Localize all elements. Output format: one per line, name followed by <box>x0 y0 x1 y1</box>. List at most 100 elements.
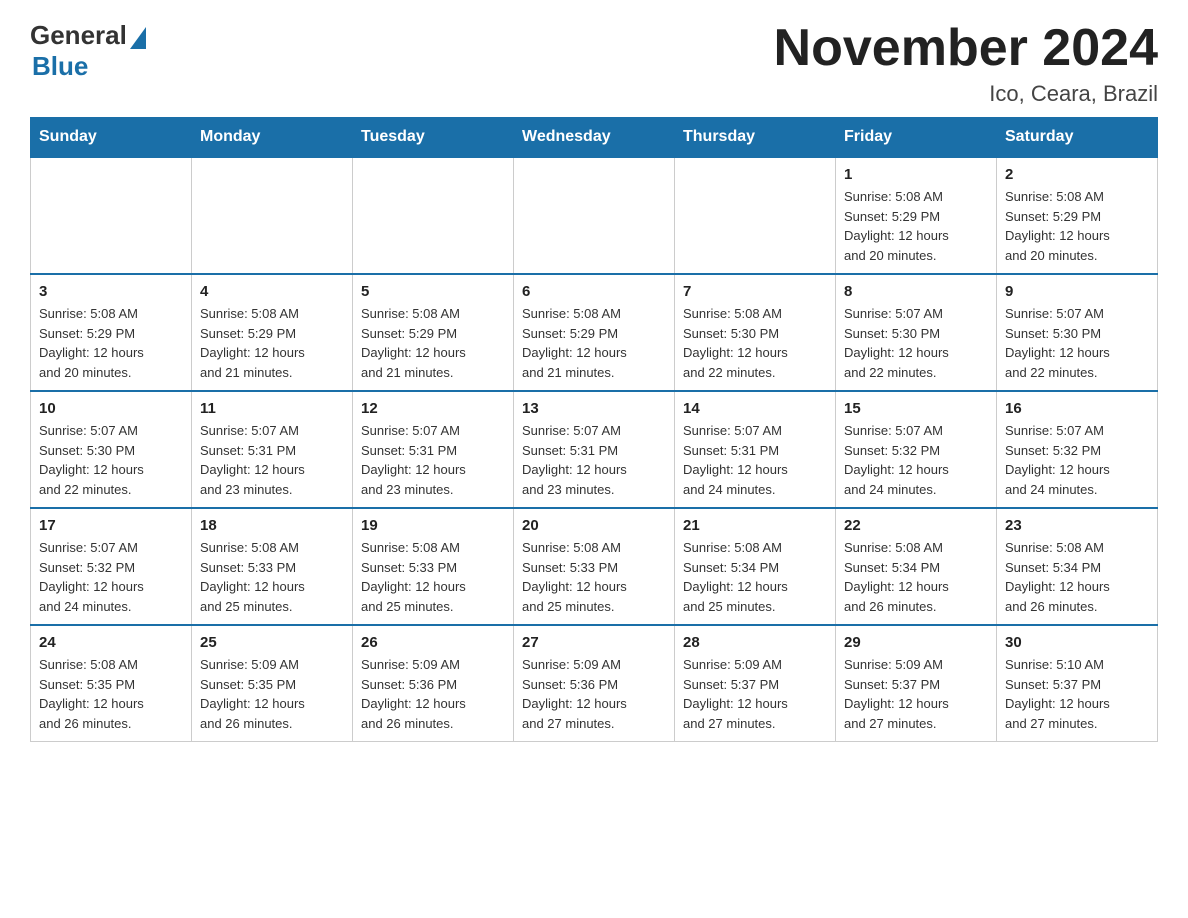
calendar-cell <box>514 157 675 274</box>
day-info: Sunrise: 5:09 AM Sunset: 5:37 PM Dayligh… <box>844 655 988 733</box>
calendar-cell: 19Sunrise: 5:08 AM Sunset: 5:33 PM Dayli… <box>353 508 514 625</box>
calendar-cell: 10 Sunrise: 5:07 AM Sunset: 5:30 PM Dayli… <box>31 391 192 508</box>
day-number: 26 <box>361 634 505 651</box>
calendar-cell: 9 Sunrise: 5:07 AM Sunset: 5:30 PM Daylig… <box>997 274 1158 391</box>
day-number: 21 <box>683 517 827 534</box>
calendar-cell: 2 Sunrise: 5:08 AM Sunset: 5:29 PM Daylig… <box>997 157 1158 274</box>
calendar-cell <box>353 157 514 274</box>
day-info: Sunrise: 5:08 AM Sunset: 5:34 PM Dayligh… <box>683 538 827 616</box>
weekday-header-friday: Friday <box>836 118 997 158</box>
day-number: 1 <box>844 166 988 183</box>
day-info: Sunrise: 5:08 AM Sunset: 5:29 PM Dayligh… <box>39 304 183 382</box>
day-number: 12 <box>361 400 505 417</box>
calendar-cell <box>31 157 192 274</box>
calendar-week-row: 10 Sunrise: 5:07 AM Sunset: 5:30 PM Dayli… <box>31 391 1158 508</box>
calendar-cell: 20Sunrise: 5:08 AM Sunset: 5:33 PM Dayli… <box>514 508 675 625</box>
day-info: Sunrise: 5:08 AM Sunset: 5:35 PM Dayligh… <box>39 655 183 733</box>
day-number: 6 <box>522 283 666 300</box>
day-info: Sunrise: 5:08 AM Sunset: 5:33 PM Dayligh… <box>200 538 344 616</box>
day-number: 28 <box>683 634 827 651</box>
weekday-header-row: SundayMondayTuesdayWednesdayThursdayFrid… <box>31 118 1158 158</box>
day-info: Sunrise: 5:08 AM Sunset: 5:29 PM Dayligh… <box>522 304 666 382</box>
calendar-cell: 27 Sunrise: 5:09 AM Sunset: 5:36 PM Dayli… <box>514 625 675 742</box>
calendar-cell: 25 Sunrise: 5:09 AM Sunset: 5:35 PM Dayli… <box>192 625 353 742</box>
calendar-cell: 26 Sunrise: 5:09 AM Sunset: 5:36 PM Dayli… <box>353 625 514 742</box>
calendar-cell: 18 Sunrise: 5:08 AM Sunset: 5:33 PM Dayli… <box>192 508 353 625</box>
weekday-header-tuesday: Tuesday <box>353 118 514 158</box>
weekday-header-monday: Monday <box>192 118 353 158</box>
day-info: Sunrise: 5:07 AM Sunset: 5:30 PM Dayligh… <box>844 304 988 382</box>
logo: General Blue <box>30 20 146 82</box>
day-info: Sunrise: 5:07 AM Sunset: 5:32 PM Dayligh… <box>1005 421 1149 499</box>
day-info: Sunrise: 5:09 AM Sunset: 5:35 PM Dayligh… <box>200 655 344 733</box>
day-info: Sunrise: 5:09 AM Sunset: 5:36 PM Dayligh… <box>522 655 666 733</box>
weekday-header-wednesday: Wednesday <box>514 118 675 158</box>
day-number: 14 <box>683 400 827 417</box>
day-number: 10 <box>39 400 183 417</box>
day-number: 24 <box>39 634 183 651</box>
day-info: Sunrise: 5:09 AM Sunset: 5:36 PM Dayligh… <box>361 655 505 733</box>
day-info: Sunrise: 5:08 AM Sunset: 5:29 PM Dayligh… <box>844 187 988 265</box>
calendar-cell <box>675 157 836 274</box>
day-info: Sunrise: 5:08 AM Sunset: 5:29 PM Dayligh… <box>1005 187 1149 265</box>
day-info: Sunrise: 5:09 AM Sunset: 5:37 PM Dayligh… <box>683 655 827 733</box>
day-number: 5 <box>361 283 505 300</box>
logo-triangle-icon <box>130 27 146 49</box>
calendar-cell: 13 Sunrise: 5:07 AM Sunset: 5:31 PM Dayli… <box>514 391 675 508</box>
calendar-cell: 28 Sunrise: 5:09 AM Sunset: 5:37 PM Dayli… <box>675 625 836 742</box>
day-number: 7 <box>683 283 827 300</box>
day-info: Sunrise: 5:08 AM Sunset: 5:34 PM Dayligh… <box>844 538 988 616</box>
day-number: 4 <box>200 283 344 300</box>
calendar-subtitle: Ico, Ceara, Brazil <box>774 81 1158 107</box>
day-info: Sunrise: 5:08 AM Sunset: 5:30 PM Dayligh… <box>683 304 827 382</box>
calendar-cell: 14 Sunrise: 5:07 AM Sunset: 5:31 PM Dayli… <box>675 391 836 508</box>
day-info: Sunrise: 5:07 AM Sunset: 5:31 PM Dayligh… <box>522 421 666 499</box>
calendar-title: November 2024 <box>774 20 1158 77</box>
day-number: 2 <box>1005 166 1149 183</box>
day-number: 25 <box>200 634 344 651</box>
day-info: Sunrise: 5:07 AM Sunset: 5:32 PM Dayligh… <box>39 538 183 616</box>
day-info: Sunrise: 5:07 AM Sunset: 5:31 PM Dayligh… <box>200 421 344 499</box>
day-number: 8 <box>844 283 988 300</box>
day-info: Sunrise: 5:08 AM Sunset: 5:33 PM Dayligh… <box>361 538 505 616</box>
weekday-header-thursday: Thursday <box>675 118 836 158</box>
calendar-cell: 8 Sunrise: 5:07 AM Sunset: 5:30 PM Daylig… <box>836 274 997 391</box>
calendar-cell: 24 Sunrise: 5:08 AM Sunset: 5:35 PM Dayli… <box>31 625 192 742</box>
weekday-header-saturday: Saturday <box>997 118 1158 158</box>
calendar-cell <box>192 157 353 274</box>
weekday-header-sunday: Sunday <box>31 118 192 158</box>
day-info: Sunrise: 5:07 AM Sunset: 5:31 PM Dayligh… <box>683 421 827 499</box>
day-number: 17 <box>39 517 183 534</box>
day-info: Sunrise: 5:08 AM Sunset: 5:34 PM Dayligh… <box>1005 538 1149 616</box>
day-number: 22 <box>844 517 988 534</box>
calendar-cell: 21 Sunrise: 5:08 AM Sunset: 5:34 PM Dayli… <box>675 508 836 625</box>
calendar-cell: 4Sunrise: 5:08 AM Sunset: 5:29 PM Daylig… <box>192 274 353 391</box>
calendar-cell: 6 Sunrise: 5:08 AM Sunset: 5:29 PM Daylig… <box>514 274 675 391</box>
day-info: Sunrise: 5:07 AM Sunset: 5:30 PM Dayligh… <box>39 421 183 499</box>
calendar-cell: 12Sunrise: 5:07 AM Sunset: 5:31 PM Dayli… <box>353 391 514 508</box>
calendar-cell: 5 Sunrise: 5:08 AM Sunset: 5:29 PM Daylig… <box>353 274 514 391</box>
calendar-cell: 22 Sunrise: 5:08 AM Sunset: 5:34 PM Dayli… <box>836 508 997 625</box>
day-info: Sunrise: 5:08 AM Sunset: 5:29 PM Dayligh… <box>361 304 505 382</box>
calendar-cell: 15Sunrise: 5:07 AM Sunset: 5:32 PM Dayli… <box>836 391 997 508</box>
day-number: 27 <box>522 634 666 651</box>
day-info: Sunrise: 5:07 AM Sunset: 5:32 PM Dayligh… <box>844 421 988 499</box>
day-info: Sunrise: 5:07 AM Sunset: 5:30 PM Dayligh… <box>1005 304 1149 382</box>
calendar-week-row: 17 Sunrise: 5:07 AM Sunset: 5:32 PM Dayli… <box>31 508 1158 625</box>
day-number: 18 <box>200 517 344 534</box>
title-area: November 2024 Ico, Ceara, Brazil <box>774 20 1158 107</box>
page-header: General Blue November 2024 Ico, Ceara, B… <box>30 20 1158 107</box>
day-number: 11 <box>200 400 344 417</box>
day-number: 13 <box>522 400 666 417</box>
calendar-table: SundayMondayTuesdayWednesdayThursdayFrid… <box>30 117 1158 742</box>
calendar-cell: 3 Sunrise: 5:08 AM Sunset: 5:29 PM Daylig… <box>31 274 192 391</box>
calendar-week-row: 24 Sunrise: 5:08 AM Sunset: 5:35 PM Dayli… <box>31 625 1158 742</box>
calendar-cell: 16Sunrise: 5:07 AM Sunset: 5:32 PM Dayli… <box>997 391 1158 508</box>
day-number: 30 <box>1005 634 1149 651</box>
day-number: 20 <box>522 517 666 534</box>
day-number: 3 <box>39 283 183 300</box>
day-number: 23 <box>1005 517 1149 534</box>
logo-blue-text: Blue <box>32 51 88 82</box>
day-number: 9 <box>1005 283 1149 300</box>
day-number: 29 <box>844 634 988 651</box>
